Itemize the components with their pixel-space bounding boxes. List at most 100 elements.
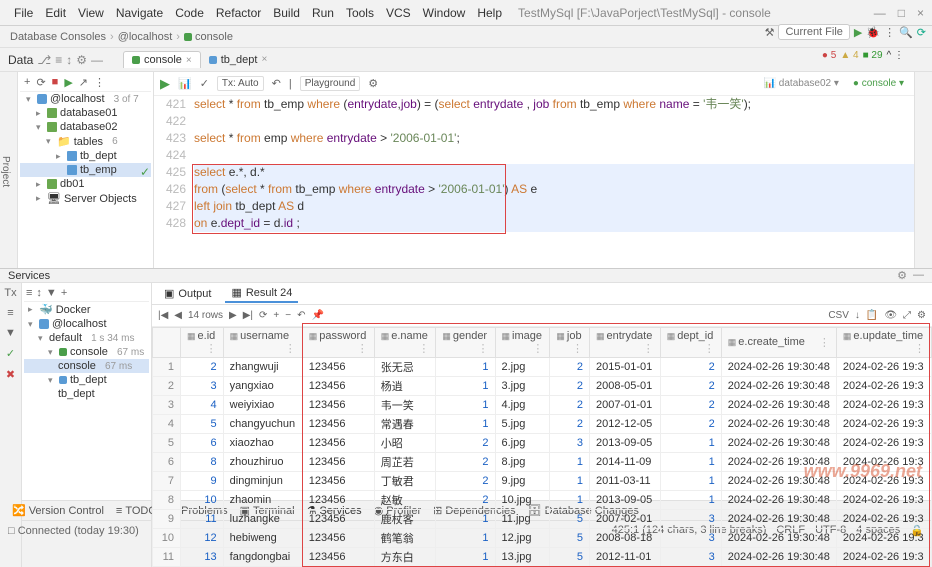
tree-server-objects[interactable]: Server Objects (64, 193, 137, 205)
tree-tables[interactable]: tables (74, 136, 103, 148)
crumb-root[interactable]: Database Consoles (10, 31, 106, 43)
minimize-icon[interactable]: — (874, 6, 886, 20)
result-tab[interactable]: ▦Result 24 (225, 284, 298, 303)
tree-run-icon[interactable]: ▶ (64, 76, 72, 89)
git-icon[interactable]: ⎇ (37, 53, 51, 67)
menu-tools[interactable]: Tools (340, 6, 380, 20)
search-icon[interactable]: 🔍 (899, 26, 913, 39)
menu-build[interactable]: Build (267, 6, 306, 20)
services-hide-icon[interactable]: — (913, 269, 924, 282)
database-icon (37, 94, 47, 104)
collapse-icon[interactable]: — (91, 53, 103, 67)
crumb-host[interactable]: @localhost (118, 31, 173, 43)
svc-tbdept-inner[interactable]: tb_dept (58, 388, 95, 400)
stop-icon[interactable]: ■ (52, 76, 59, 89)
svc-console-inner[interactable]: console (58, 360, 96, 372)
right-tool-rail[interactable] (914, 72, 932, 268)
tree-tb-emp[interactable]: tb_emp (80, 164, 117, 176)
svc-localhost[interactable]: @localhost (52, 318, 107, 330)
next-page-icon[interactable]: ▶ (229, 310, 237, 321)
expand-icon[interactable]: Tx (4, 287, 16, 299)
tree-database02[interactable]: database02 (60, 121, 118, 133)
expand-icon[interactable]: ⤢ (903, 310, 911, 321)
services-gear-icon[interactable]: ⚙ (897, 269, 907, 282)
hammer-icon[interactable]: ⚒ (765, 26, 775, 39)
menu-run[interactable]: Run (306, 6, 340, 20)
execute-button[interactable]: ▶ (160, 76, 170, 92)
last-page-icon[interactable]: ▶| (243, 310, 253, 321)
close-icon[interactable]: × (917, 6, 924, 20)
menu-help[interactable]: Help (471, 6, 508, 20)
copy-icon[interactable]: 📋 (866, 310, 878, 321)
gear-icon[interactable]: ⚙ (76, 53, 87, 67)
sql-editor[interactable]: 421422423424425✓426427428 select * from … (154, 96, 914, 268)
output-tab[interactable]: ▣Output (158, 285, 217, 302)
database-badge[interactable]: 📊 database02 ▾ (760, 78, 843, 89)
jump-icon[interactable]: ↗ (79, 76, 88, 89)
svc-expand-icon[interactable]: ≡ (26, 287, 32, 299)
refresh-icon[interactable]: ⟳ (36, 76, 45, 89)
svc-tbdept[interactable]: tb_dept (70, 374, 107, 386)
menu-view[interactable]: View (72, 6, 110, 20)
export-icon[interactable]: ↓ (855, 310, 860, 321)
menu-edit[interactable]: Edit (39, 6, 72, 20)
explain-icon[interactable]: 📊 (178, 77, 192, 90)
tree-database01[interactable]: database01 (60, 107, 118, 119)
run-button[interactable]: ▶ (854, 26, 862, 39)
filter-icon[interactable]: ≡ (55, 53, 62, 67)
settings-icon[interactable]: ⚙ (917, 310, 926, 321)
tab-console[interactable]: console × (123, 51, 201, 68)
sb-version-control[interactable]: 🔀 Version Control (6, 504, 110, 517)
menu-refactor[interactable]: Refactor (210, 6, 267, 20)
left-tool-rail[interactable]: Project (0, 72, 18, 268)
tree-db01[interactable]: db01 (60, 178, 84, 190)
svc-sort-icon[interactable]: ↕ (36, 287, 42, 299)
playground-dropdown[interactable]: Playground (300, 76, 361, 91)
tree-root[interactable]: @localhost (50, 93, 105, 105)
view-icon[interactable]: 👁 (884, 310, 897, 321)
tab-console-close[interactable]: × (186, 55, 192, 66)
more-run-icon[interactable]: ⋮ (884, 26, 895, 39)
commit-icon[interactable]: ✓ (200, 77, 209, 90)
menu-code[interactable]: Code (169, 6, 210, 20)
updates-icon[interactable]: ⟳ (917, 26, 926, 39)
revert-icon[interactable]: ↶ (297, 310, 305, 321)
crumb-console[interactable]: console (195, 31, 233, 43)
svc-filter-icon[interactable]: ▼ (46, 287, 57, 299)
maximize-icon[interactable]: □ (898, 6, 905, 20)
svc-docker[interactable]: Docker (56, 304, 91, 316)
csv-dropdown[interactable]: CSV (828, 310, 849, 321)
pin-icon[interactable]: 📌 (311, 310, 323, 321)
menu-file[interactable]: File (8, 6, 39, 20)
add-row-icon[interactable]: + (273, 310, 279, 321)
first-page-icon[interactable]: |◀ (158, 310, 168, 321)
svc-default[interactable]: default (49, 332, 82, 344)
tree-tb-dept[interactable]: tb_dept (80, 150, 117, 162)
filter-svc-icon[interactable]: ▼ (5, 327, 16, 339)
run-config-dropdown[interactable]: Current File (778, 24, 849, 40)
debug-button[interactable]: 🐞 (866, 26, 880, 39)
rollback-icon[interactable]: ↶ (272, 77, 281, 90)
project-tool-button[interactable]: Project (0, 76, 11, 268)
remove-row-icon[interactable]: − (285, 310, 291, 321)
console-badge[interactable]: ● console ▾ (849, 78, 908, 89)
sort-icon[interactable]: ↕ (66, 53, 72, 67)
menu-vcs[interactable]: VCS (380, 6, 417, 20)
prev-page-icon[interactable]: ◀ (174, 310, 182, 321)
result-grid[interactable]: ▦e.id ⋮▦username ⋮▦password ⋮▦e.name ⋮▦g… (152, 327, 932, 567)
reload-icon[interactable]: ⟳ (259, 310, 267, 321)
settings-icon[interactable]: ⚙ (368, 77, 378, 90)
menu-window[interactable]: Window (417, 6, 472, 20)
table-icon (67, 151, 77, 161)
tx-mode-dropdown[interactable]: Tx: Auto (217, 76, 264, 91)
more-icon[interactable]: ⋮ (94, 76, 105, 89)
menu-navigate[interactable]: Navigate (110, 6, 169, 20)
tab-tbdept-close[interactable]: × (261, 54, 267, 65)
collapse-all-icon[interactable]: ≡ (7, 307, 13, 319)
svc-add-icon[interactable]: + (61, 287, 67, 299)
database-tree[interactable]: + ⟳ ■ ▶ ↗ ⋮ ▾@localhost 3 of 7 ▸database… (18, 72, 154, 268)
svc-console[interactable]: console (70, 346, 108, 358)
tab-tb-dept[interactable]: tb_dept × (201, 52, 276, 68)
add-icon[interactable]: + (24, 76, 30, 89)
rows-count: 14 rows (188, 310, 223, 321)
